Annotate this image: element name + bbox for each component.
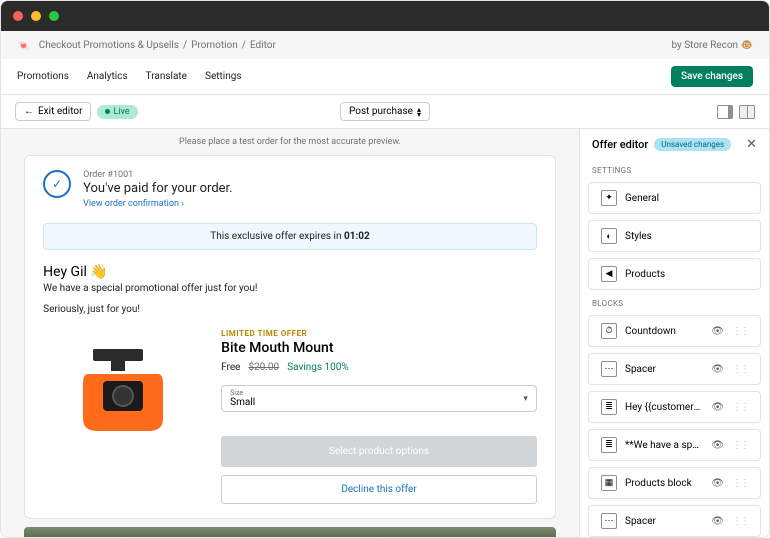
block-spacer-1[interactable]: ⋯Spacer👁⋮⋮	[588, 353, 761, 385]
settings-styles[interactable]: ◐Styles	[588, 220, 761, 252]
unsaved-badge: Unsaved changes	[654, 138, 731, 151]
breadcrumb-app[interactable]: Checkout Promotions & Upsells	[39, 40, 179, 51]
clock-icon: ⏱	[601, 323, 617, 339]
desktop-view-icon[interactable]	[717, 105, 733, 119]
spacer-icon: ⋯	[601, 361, 617, 377]
styles-icon: ◐	[601, 228, 617, 244]
products-block-icon: ▦	[601, 475, 617, 491]
eye-icon[interactable]: 👁	[711, 402, 724, 413]
app-icon: 🍬	[17, 39, 31, 52]
spacer-icon: ⋯	[601, 513, 617, 529]
block-countdown[interactable]: ⏱Countdown👁⋮⋮	[588, 315, 761, 347]
close-window-dot[interactable]	[13, 11, 23, 21]
product-name: Bite Mouth Mount	[221, 340, 537, 356]
chevron-updown-icon: ▴▾	[417, 107, 421, 117]
preview-pane: Please place a test order for the most a…	[1, 129, 579, 537]
hero-image	[24, 527, 556, 537]
price-free: Free	[221, 362, 240, 373]
top-nav: Promotions Analytics Translate Settings …	[1, 59, 769, 95]
split-view-icon[interactable]	[739, 105, 755, 119]
by-line: by Store Recon 🐵	[671, 40, 753, 51]
live-badge: Live	[97, 105, 137, 119]
drag-handle-icon[interactable]: ⋮⋮	[732, 326, 748, 337]
greeting: Hey Gil 👋	[43, 264, 537, 280]
block-products[interactable]: ▦Products block👁⋮⋮	[588, 467, 761, 499]
editor-toolbar: ← Exit editor Live Post purchase ▴▾	[1, 95, 769, 129]
product-image	[43, 329, 203, 449]
close-icon[interactable]: ✕	[746, 137, 757, 152]
offer-editor-sidebar: Offer editor Unsaved changes ✕ SETTINGS …	[579, 129, 769, 537]
tab-settings[interactable]: Settings	[205, 71, 242, 82]
arrow-left-icon: ←	[24, 106, 34, 117]
select-options-button[interactable]: Select product options	[221, 436, 537, 467]
breadcrumb: 🍬 Checkout Promotions & Upsells / Promot…	[1, 31, 769, 59]
price-original: $20.00	[248, 362, 279, 373]
settings-products[interactable]: ◀Products	[588, 258, 761, 290]
maximize-window-dot[interactable]	[49, 11, 59, 21]
exit-editor-button[interactable]: ← Exit editor	[15, 102, 91, 121]
tab-promotions[interactable]: Promotions	[17, 71, 69, 82]
limited-time-label: LIMITED TIME OFFER	[221, 329, 537, 338]
order-number: Order #1001	[83, 170, 232, 180]
view-confirmation-link[interactable]: View order confirmation ›	[83, 199, 232, 209]
eye-icon[interactable]: 👁	[711, 440, 724, 451]
savings-text: Savings 100%	[287, 362, 349, 373]
eye-icon[interactable]: 👁	[711, 364, 724, 375]
tab-translate[interactable]: Translate	[146, 71, 187, 82]
save-button[interactable]: Save changes	[671, 66, 753, 87]
eye-icon[interactable]: 👁	[711, 326, 724, 337]
preview-note: Please place a test order for the most a…	[179, 129, 401, 155]
order-message: You've paid for your order.	[83, 181, 232, 196]
block-text[interactable]: ≣**We have a special prom...👁⋮⋮	[588, 429, 761, 461]
drag-handle-icon[interactable]: ⋮⋮	[732, 402, 748, 413]
block-heading[interactable]: ≣Hey {{customer}} 👋...👁⋮⋮	[588, 391, 761, 423]
gear-icon: ✦	[601, 190, 617, 206]
eye-icon[interactable]: 👁	[711, 478, 724, 489]
block-spacer-2[interactable]: ⋯Spacer👁⋮⋮	[588, 505, 761, 537]
breadcrumb-promotion[interactable]: Promotion	[191, 40, 238, 51]
eye-icon[interactable]: 👁	[711, 516, 724, 527]
settings-section-label: SETTINGS	[580, 160, 769, 179]
drag-handle-icon[interactable]: ⋮⋮	[732, 440, 748, 451]
tab-analytics[interactable]: Analytics	[87, 71, 128, 82]
text-icon: ≣	[601, 399, 617, 415]
products-icon: ◀	[601, 266, 617, 282]
drag-handle-icon[interactable]: ⋮⋮	[732, 478, 748, 489]
countdown-banner: This exclusive offer expires in 01:02	[43, 223, 537, 250]
size-select[interactable]: Size Small	[221, 385, 537, 412]
minimize-window-dot[interactable]	[31, 11, 41, 21]
drag-handle-icon[interactable]: ⋮⋮	[732, 516, 748, 527]
breadcrumb-editor: Editor	[250, 40, 276, 51]
sidebar-title: Offer editor	[592, 138, 648, 151]
promo-subtext: We have a special promotional offer just…	[43, 283, 537, 294]
decline-offer-button[interactable]: Decline this offer	[221, 475, 537, 504]
window-titlebar	[1, 1, 769, 31]
blocks-section-label: BLOCKS	[580, 293, 769, 312]
drag-handle-icon[interactable]: ⋮⋮	[732, 364, 748, 375]
promo-subtext-2: Seriously, just for you!	[43, 304, 537, 315]
text-icon: ≣	[601, 437, 617, 453]
settings-general[interactable]: ✦General	[588, 182, 761, 214]
check-circle-icon: ✓	[43, 170, 71, 198]
view-mode-select[interactable]: Post purchase ▴▾	[340, 102, 430, 121]
